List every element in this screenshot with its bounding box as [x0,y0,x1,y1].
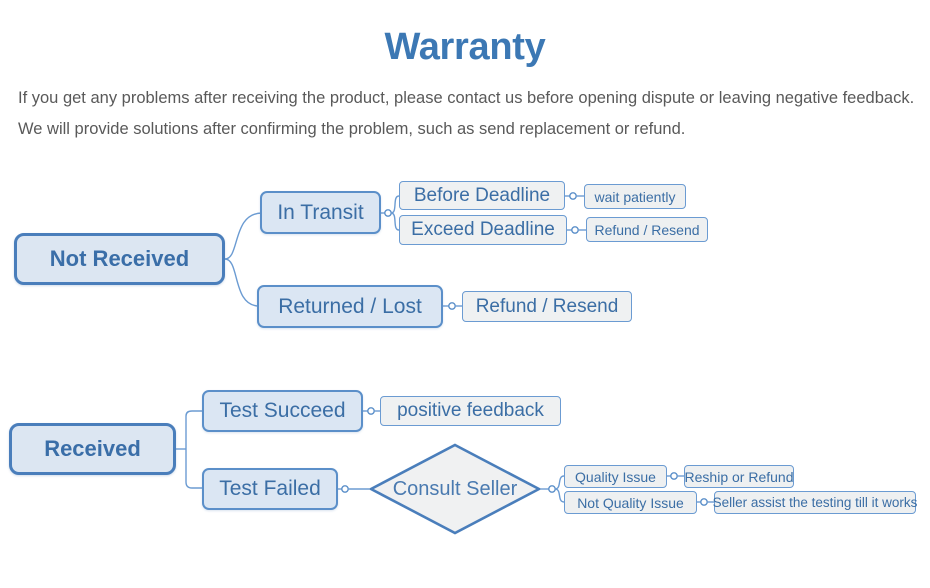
node-test-succeed-label: Test Succeed [219,399,346,422]
node-seller-assist-testing[interactable]: Seller assist the testing till it works [712,491,918,514]
node-in-transit-label: In Transit [277,200,364,224]
knob-test-succeed [367,407,375,415]
knob-test-failed [341,485,349,493]
node-returned-refund-resend-label: Refund / Resend [475,295,619,317]
wire-in-transit-before [390,195,400,214]
node-not-quality-issue[interactable]: Not Quality Issue [564,491,697,514]
knob-returned-lost [448,302,456,310]
node-test-failed-label: Test Failed [219,477,321,500]
node-not-quality-issue-label: Not Quality Issue [577,494,684,511]
wire-received-test-succeed [185,410,202,417]
node-received[interactable]: Received [9,423,176,475]
node-before-deadline-label: Before Deadline [413,184,551,206]
node-wait-patiently-label: wait patiently [594,188,676,205]
node-seller-assist-testing-label: Seller assist the testing till it works [712,495,918,510]
wire-diamond-quality [554,475,565,490]
node-returned-lost-label: Returned / Lost [278,294,422,318]
node-quality-issue-label: Quality Issue [575,468,656,485]
node-not-received-label: Not Received [49,246,190,271]
node-wait-patiently[interactable]: wait patiently [584,184,686,209]
node-exceed-refund-resend[interactable]: Refund / Resend [586,217,708,242]
node-test-succeed[interactable]: Test Succeed [202,390,363,432]
node-consult-seller-label: Consult Seller [392,477,518,500]
node-returned-refund-resend[interactable]: Refund / Resend [462,291,632,322]
wire-root-in-transit [224,212,263,260]
node-consult-seller[interactable]: Consult Seller [369,443,541,535]
node-in-transit[interactable]: In Transit [260,191,381,234]
node-quality-issue[interactable]: Quality Issue [564,465,667,488]
wire-root-returned-lost [224,258,260,307]
node-positive-feedback-label: positive feedback [397,400,544,421]
wire-received-test-failed [185,481,202,489]
wire-in-transit-exceed [390,212,400,231]
knob-quality-issue [670,472,678,480]
node-exceed-deadline-label: Exceed Deadline [411,219,555,240]
knob-in-transit [384,209,392,217]
knob-not-quality-issue [700,498,708,506]
node-before-deadline[interactable]: Before Deadline [399,181,565,210]
node-returned-lost[interactable]: Returned / Lost [257,285,443,328]
knob-before-deadline [569,192,577,200]
knob-exceed-deadline [571,226,579,234]
node-exceed-refund-resend-label: Refund / Resend [594,221,700,238]
wire-diamond-not-quality [554,488,565,503]
node-test-failed[interactable]: Test Failed [202,468,338,510]
node-reship-or-refund[interactable]: Reship or Refund [684,465,794,488]
node-exceed-deadline[interactable]: Exceed Deadline [399,215,567,245]
node-reship-or-refund-label: Reship or Refund [684,468,794,485]
intro-paragraph: If you get any problems after receiving … [18,89,915,138]
node-not-received[interactable]: Not Received [14,233,225,285]
node-positive-feedback[interactable]: positive feedback [380,396,561,426]
node-received-label: Received [44,436,141,461]
warranty-page: Warranty If you get any problems after r… [0,0,930,588]
knob-consult-seller [548,485,556,493]
page-title: Warranty [384,26,546,68]
